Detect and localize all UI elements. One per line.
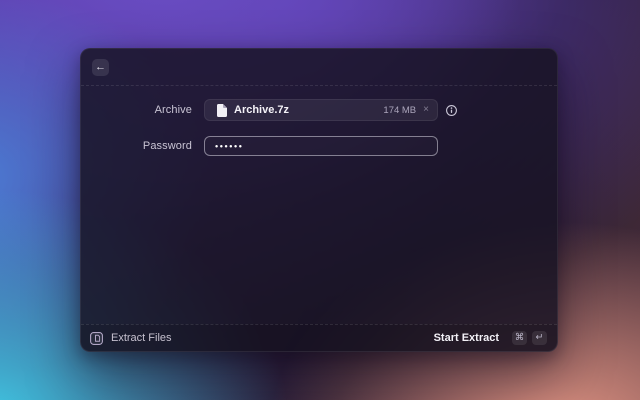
- password-input[interactable]: ••••••: [204, 136, 438, 156]
- info-icon[interactable]: [446, 105, 457, 116]
- archive-filesize: 174 MB: [383, 105, 416, 116]
- password-row: Password ••••••: [81, 136, 557, 156]
- footer-bar: Extract Files Start Extract ⌘ ↵: [81, 324, 557, 351]
- archive-row: Archive Archive.7z 174 MB ×: [81, 99, 557, 121]
- back-button[interactable]: ←: [92, 59, 109, 76]
- start-extract-button[interactable]: Start Extract: [434, 332, 499, 344]
- footer-mode-label: Extract Files: [111, 332, 172, 344]
- return-key-icon: ↵: [532, 331, 547, 345]
- desktop-background: { "window": { "header": { "back_icon": "…: [0, 0, 640, 400]
- password-dots: ••••••: [215, 142, 244, 151]
- archive-label: Archive: [81, 104, 192, 116]
- archive-filename: Archive.7z: [234, 104, 289, 116]
- command-key-icon: ⌘: [512, 331, 527, 345]
- app-icon: [90, 332, 103, 345]
- archive-file-chip[interactable]: Archive.7z 174 MB ×: [204, 99, 438, 121]
- back-arrow-icon: ←: [95, 59, 106, 75]
- password-label: Password: [81, 140, 192, 152]
- window-header: ←: [81, 49, 557, 86]
- document-icon: [217, 104, 227, 117]
- extract-window: ← Archive Archive.7z 174 MB × Password: [80, 48, 558, 352]
- remove-file-icon[interactable]: ×: [423, 105, 429, 115]
